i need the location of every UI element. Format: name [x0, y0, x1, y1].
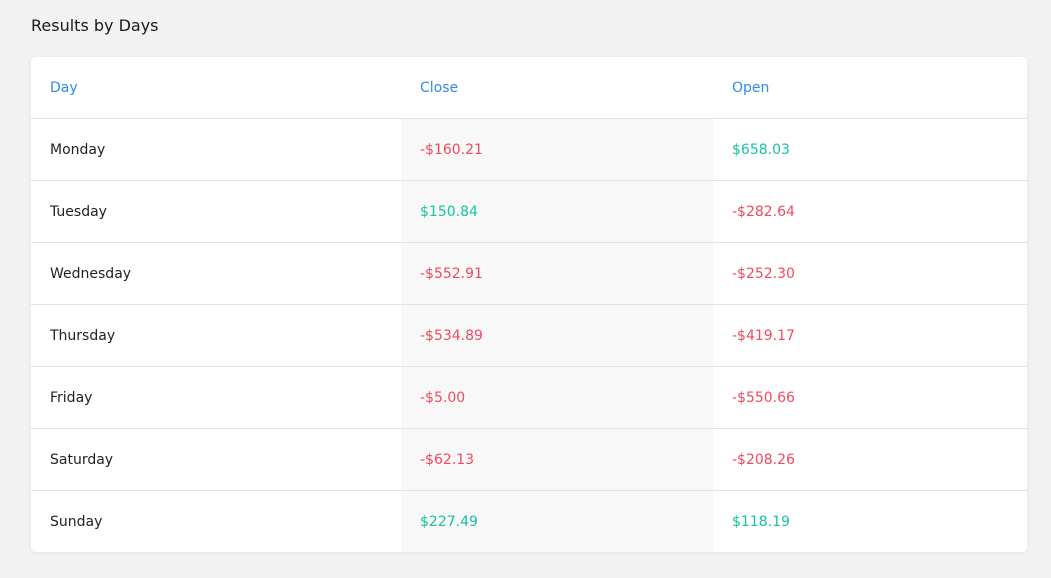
open-cell: -$252.30 — [732, 265, 795, 282]
close-cell: $150.84 — [401, 181, 713, 242]
close-cell: -$5.00 — [401, 367, 713, 428]
open-cell: -$550.66 — [732, 389, 795, 406]
table-row: Monday -$160.21 $658.03 — [31, 119, 1027, 181]
table-row: Tuesday $150.84 -$282.64 — [31, 181, 1027, 243]
table-row: Friday -$5.00 -$550.66 — [31, 367, 1027, 429]
open-cell: $658.03 — [732, 141, 790, 158]
day-cell: Thursday — [50, 327, 116, 344]
column-header-open[interactable]: Open — [713, 57, 1027, 118]
close-cell: -$534.89 — [401, 305, 713, 366]
open-cell: -$282.64 — [732, 203, 795, 220]
close-cell: -$62.13 — [401, 429, 713, 490]
close-cell: -$552.91 — [401, 243, 713, 304]
table-row: Saturday -$62.13 -$208.26 — [31, 429, 1027, 491]
table-header-row: Day Close Open — [31, 57, 1027, 119]
open-cell: $118.19 — [732, 513, 790, 530]
day-cell: Saturday — [50, 451, 114, 468]
table-row: Thursday -$534.89 -$419.17 — [31, 305, 1027, 367]
day-cell: Sunday — [50, 513, 103, 530]
close-cell: -$160.21 — [401, 119, 713, 180]
close-cell: $227.49 — [401, 491, 713, 552]
day-cell: Monday — [50, 141, 106, 158]
day-cell: Friday — [50, 389, 93, 406]
day-cell: Tuesday — [50, 203, 107, 220]
results-table: Day Close Open Monday -$160.21 $658.03 T… — [31, 57, 1027, 552]
open-cell: -$208.26 — [732, 451, 795, 468]
open-cell: -$419.17 — [732, 327, 795, 344]
table-row: Wednesday -$552.91 -$252.30 — [31, 243, 1027, 305]
day-cell: Wednesday — [50, 265, 132, 282]
section-title: Results by Days — [31, 16, 159, 35]
column-header-day[interactable]: Day — [31, 57, 401, 118]
column-header-close[interactable]: Close — [401, 57, 713, 118]
table-row: Sunday $227.49 $118.19 — [31, 491, 1027, 552]
